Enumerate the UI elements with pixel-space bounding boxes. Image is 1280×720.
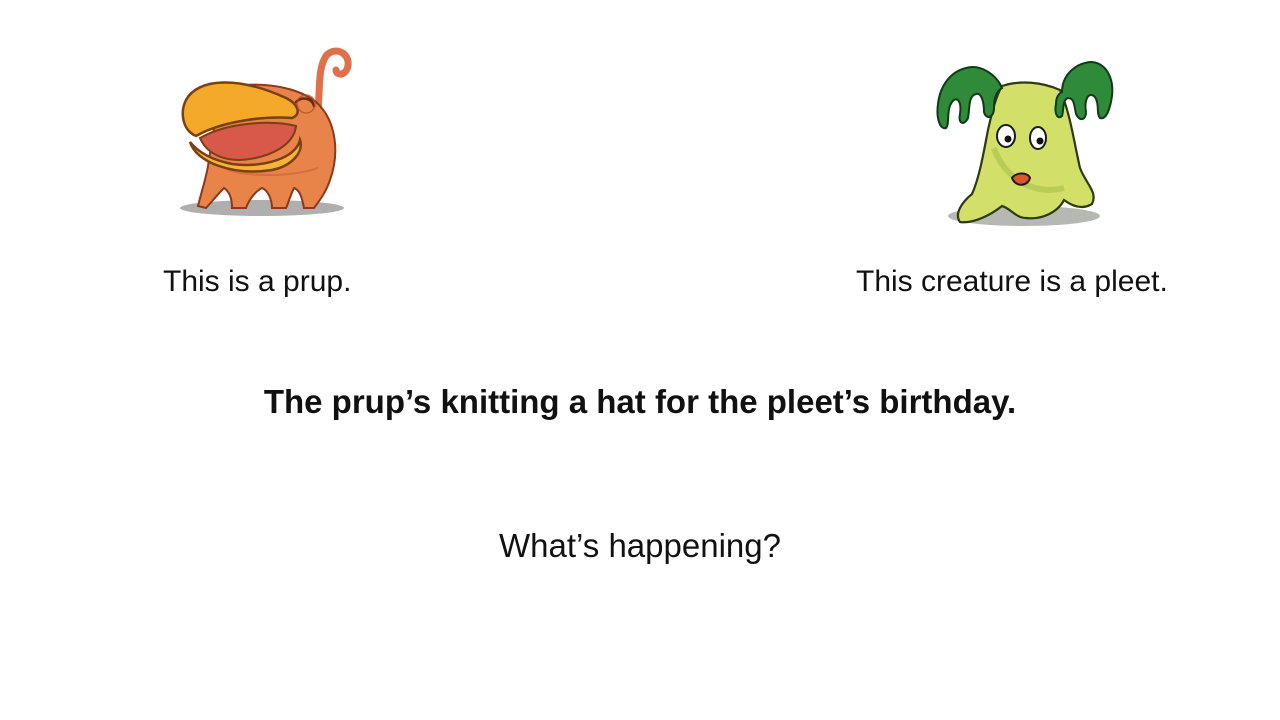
prup-caption: This is a prup. <box>163 265 352 298</box>
prup-illustration <box>168 40 364 224</box>
question-prompt: What’s happening? <box>499 527 781 564</box>
prup-icon <box>180 47 352 216</box>
story-statement: The prup’s knitting a hat for the pleet’… <box>263 383 1017 420</box>
pleet-caption: This creature is a pleet. <box>856 265 1168 298</box>
slide: This is a prup. This creature is a pleet… <box>0 0 1280 720</box>
pleet-icon <box>936 60 1114 226</box>
pleet-illustration <box>924 38 1124 234</box>
